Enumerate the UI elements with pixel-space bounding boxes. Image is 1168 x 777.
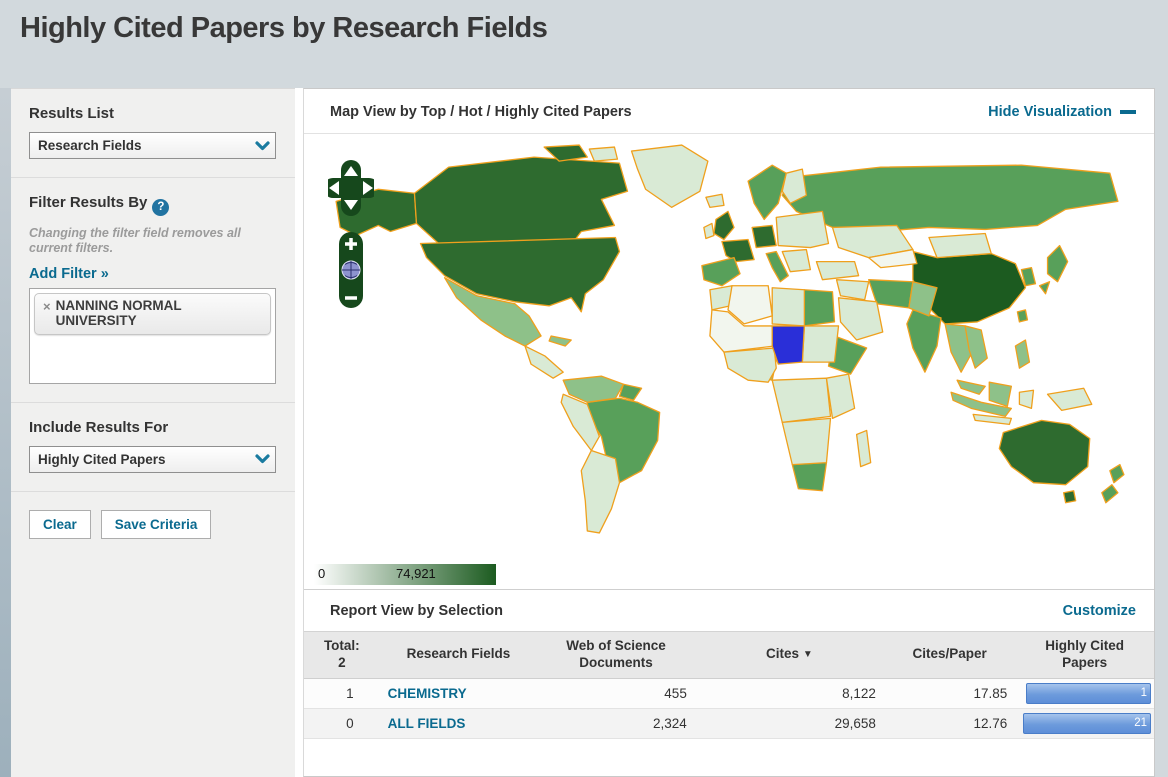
results-list-section: Results List Research Fields [11, 89, 295, 178]
row-field: ALL FIELDS [379, 708, 538, 739]
left-margin-strip [0, 88, 11, 777]
remove-filter-icon[interactable]: × [43, 299, 51, 329]
country-chad-selected[interactable] [771, 325, 806, 365]
report-table: Total: 2 Research Fields Web of Science … [304, 631, 1154, 739]
filter-note: Changing the filter field removes all cu… [29, 225, 241, 256]
table-row: 1 CHEMISTRY 455 8,122 17.85 1 [304, 678, 1154, 709]
highly-cited-bar[interactable]: 1 [1025, 682, 1151, 704]
research-field-link[interactable]: ALL FIELDS [388, 716, 466, 731]
hcp-line1: Highly Cited [1045, 638, 1125, 653]
column-header-cites-sorted[interactable]: Cites ▼ [694, 631, 884, 679]
filter-tag-label: NANNING NORMAL UNIVERSITY [55, 297, 182, 329]
include-results-section: Include Results For Highly Cited Papers [11, 403, 295, 492]
hide-visualization-link[interactable]: Hide Visualization [988, 104, 1136, 120]
sidebar: Results List Research Fields Filter Resu… [11, 88, 295, 777]
zoom-control[interactable] [339, 232, 363, 308]
filter-tag[interactable]: × NANNING NORMAL UNIVERSITY [34, 292, 271, 335]
wos-line2: Documents [579, 654, 653, 670]
filter-results-by-label: Filter Results By? [29, 194, 277, 216]
filter-results-by-text: Filter Results By [29, 194, 148, 211]
wos-line1: Web of Science [566, 638, 666, 653]
report-header: Report View by Selection Customize [304, 589, 1154, 631]
world-map[interactable] [318, 138, 1142, 542]
total-label: Total: [323, 638, 360, 653]
row-rank: 1 [304, 678, 380, 709]
column-header-highly-cited-papers[interactable]: Highly Cited Papers [1015, 631, 1154, 679]
total-value: 2 [338, 654, 346, 670]
minus-icon [1120, 110, 1136, 114]
column-header-research-fields[interactable]: Research Fields [379, 631, 538, 679]
row-highly-cited-barcell: 21 [1015, 708, 1154, 739]
research-field-link[interactable]: CHEMISTRY [388, 686, 467, 701]
map-legend: 0 74,921 [314, 564, 496, 585]
highly-cited-bar[interactable]: 21 [1023, 712, 1151, 734]
include-results-label: Include Results For [29, 418, 169, 436]
customize-link[interactable]: Customize [1063, 603, 1136, 619]
column-header-wos-documents[interactable]: Web of Science Documents [537, 631, 695, 679]
results-list-selected-value: Research Fields [38, 138, 142, 153]
row-cites: 8,122 [694, 678, 884, 709]
results-list-label: Results List [29, 105, 115, 122]
table-header-row: Total: 2 Research Fields Web of Science … [304, 631, 1154, 679]
row-cites-per-paper: 17.85 [883, 678, 1016, 709]
title-band: Highly Cited Papers by Research Fields [0, 0, 1168, 88]
legend-min-value: 0 [318, 566, 326, 581]
table-row: 0 ALL FIELDS 2,324 29,658 12.76 21 [304, 708, 1154, 739]
row-field: CHEMISTRY [379, 678, 538, 709]
save-criteria-button[interactable]: Save Criteria [100, 509, 212, 539]
cites-label: Cites [766, 646, 800, 662]
filter-tag-box: × NANNING NORMAL UNIVERSITY [29, 287, 276, 384]
page-title: Highly Cited Papers by Research Fields [20, 12, 548, 44]
row-documents: 455 [537, 678, 695, 709]
results-list-dropdown[interactable]: Research Fields [29, 132, 276, 159]
report-view-title: Report View by Selection [330, 603, 503, 619]
map-header: Map View by Top / Hot / Highly Cited Pap… [304, 89, 1154, 134]
add-filter-link[interactable]: Add Filter » [29, 266, 109, 282]
chevron-down-icon [249, 454, 275, 464]
row-highly-cited-barcell: 1 [1015, 678, 1154, 709]
sidebar-buttons: Clear Save Criteria [11, 492, 295, 557]
filter-section: Filter Results By? Changing the filter f… [11, 178, 295, 403]
content-layout: Results List Research Fields Filter Resu… [0, 88, 1168, 777]
include-results-selected-value: Highly Cited Papers [38, 451, 166, 467]
column-header-total: Total: 2 [304, 631, 380, 679]
help-icon[interactable]: ? [152, 198, 170, 216]
hcp-line2: Papers [1062, 654, 1108, 670]
include-results-dropdown[interactable]: Highly Cited Papers [29, 445, 276, 473]
sort-descending-icon: ▼ [802, 649, 813, 661]
legend-max-value: 74,921 [396, 566, 436, 581]
column-header-cites-per-paper[interactable]: Cites/Paper [883, 631, 1016, 679]
row-rank: 0 [304, 708, 380, 739]
row-cites-per-paper: 12.76 [883, 708, 1016, 739]
clear-button[interactable]: Clear [29, 509, 91, 539]
hide-visualization-label: Hide Visualization [988, 104, 1112, 120]
panel-gap [295, 88, 303, 777]
pan-control[interactable] [323, 160, 379, 216]
main-panel: Map View by Top / Hot / Highly Cited Pap… [303, 88, 1155, 777]
map-view-title: Map View by Top / Hot / Highly Cited Pap… [330, 104, 632, 120]
row-cites: 29,658 [694, 708, 884, 739]
map-area: 0 74,921 [304, 134, 1154, 589]
chevron-down-icon [249, 140, 275, 151]
map-controls [323, 160, 379, 315]
row-documents: 2,324 [537, 708, 695, 739]
